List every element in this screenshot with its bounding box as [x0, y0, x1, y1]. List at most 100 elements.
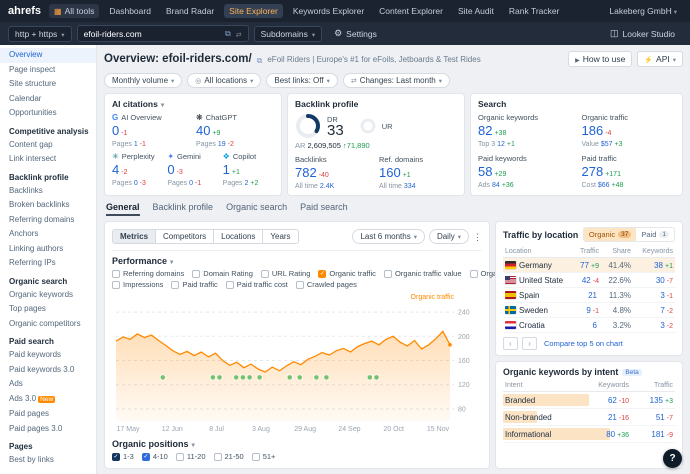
- date-range-select[interactable]: Last 6 months: [352, 228, 425, 244]
- sidebar-item-organic-competitors[interactable]: Organic competitors: [0, 317, 96, 332]
- page-prev-button[interactable]: ‹: [503, 337, 518, 350]
- sidebar-item-content-gap[interactable]: Content gap: [0, 138, 96, 153]
- volume-filter[interactable]: Monthly volume: [104, 73, 183, 88]
- api-button[interactable]: API: [637, 51, 683, 67]
- checkbox-pos-21-50[interactable]: 21-50: [213, 452, 244, 461]
- compare-top5-link[interactable]: Compare top 5 on chart: [544, 339, 623, 348]
- tab-paid-search[interactable]: Paid search: [300, 202, 348, 216]
- segment-years[interactable]: Years: [263, 229, 298, 243]
- nav-rank-tracker[interactable]: Rank Tracker: [504, 4, 565, 18]
- sidebar-item-best-by-links[interactable]: Best by links: [0, 453, 96, 468]
- sidebar-item-organic-keywords[interactable]: Organic keywords: [0, 288, 96, 303]
- how-to-use-button[interactable]: How to use: [568, 51, 633, 67]
- table-row-united-states[interactable]: United States 42 -4 22.6% 30 -7: [503, 273, 675, 288]
- protocol-select[interactable]: http + https: [8, 25, 72, 42]
- tab-general[interactable]: General: [106, 202, 140, 216]
- sidebar-item-opportunities[interactable]: Opportunities: [0, 106, 96, 121]
- table-row-germany[interactable]: Germany 77 +9 41.4% 38 +1: [503, 258, 675, 273]
- looker-studio-button[interactable]: Looker Studio: [603, 25, 682, 42]
- table-row-croatia[interactable]: Croatia 6 3.2% 3 -2: [503, 318, 675, 333]
- sidebar-item-paid-keywords[interactable]: Paid keywords: [0, 348, 96, 363]
- sidebar-item-anchors[interactable]: Anchors: [0, 227, 96, 242]
- segment-competitors[interactable]: Competitors: [156, 229, 215, 243]
- page-next-button[interactable]: ›: [522, 337, 537, 350]
- sidebar-item-link-intersect[interactable]: Link intersect: [0, 152, 96, 167]
- external-link-icon[interactable]: [225, 28, 231, 39]
- ai-overview-value[interactable]: 0: [112, 123, 119, 138]
- sidebar-item-paid-keywords-3[interactable]: Paid keywords 3.0: [0, 363, 96, 378]
- more-options-icon[interactable]: [473, 227, 482, 245]
- sidebar-item-paid-pages[interactable]: Paid pages: [0, 407, 96, 422]
- ref-domains-value[interactable]: 160: [379, 165, 401, 180]
- checkbox-pos-1-3[interactable]: 1-3: [112, 452, 134, 461]
- granularity-select[interactable]: Daily: [428, 228, 469, 244]
- table-row-spain[interactable]: Spain 21 11.3% 3 -1: [503, 288, 675, 303]
- segment-locations[interactable]: Locations: [214, 229, 264, 243]
- sidebar-item-calendar[interactable]: Calendar: [0, 92, 96, 107]
- chatgpt-value[interactable]: 40: [196, 123, 210, 138]
- sidebar-item-referring-domains[interactable]: Referring domains: [0, 213, 96, 228]
- sidebar-item-page-inspect[interactable]: Page inspect: [0, 63, 96, 78]
- organic-keywords-value[interactable]: 82: [478, 123, 492, 138]
- checkbox-organic-traffic[interactable]: Organic traffic: [318, 269, 376, 278]
- checkbox-pos-4-10[interactable]: 4-10: [141, 452, 168, 461]
- copilot-value[interactable]: 1: [223, 162, 230, 177]
- sidebar-item-referring-ips[interactable]: Referring IPs: [0, 256, 96, 271]
- toggle-paid[interactable]: Paid 1: [636, 228, 674, 241]
- table-row-sweden[interactable]: Sweden 9 -1 4.8% 7 -2: [503, 303, 675, 318]
- scope-select[interactable]: Subdomains: [253, 25, 323, 42]
- performance-heading[interactable]: Performance: [112, 256, 482, 266]
- checkbox-paid-traffic[interactable]: Paid traffic: [171, 280, 218, 289]
- tab-backlink-profile[interactable]: Backlink profile: [153, 202, 214, 216]
- perplexity-value[interactable]: 4: [112, 162, 119, 177]
- paid-keywords-value[interactable]: 58: [478, 164, 492, 179]
- backlinks-value[interactable]: 782: [295, 165, 317, 180]
- nav-brand-radar[interactable]: Brand Radar: [161, 4, 219, 18]
- dr-value[interactable]: 33: [327, 123, 344, 138]
- sidebar-item-site-structure[interactable]: Site structure: [0, 77, 96, 92]
- nav-site-explorer[interactable]: Site Explorer: [224, 4, 283, 18]
- checkbox-referring-domains[interactable]: Referring domains: [112, 269, 184, 278]
- swap-icon[interactable]: [236, 29, 242, 39]
- sidebar-item-backlinks[interactable]: Backlinks: [0, 184, 96, 199]
- sidebar-item-linking-authors[interactable]: Linking authors: [0, 242, 96, 257]
- target-input[interactable]: efoil-riders.com: [76, 25, 249, 42]
- nav-content-explorer[interactable]: Content Explorer: [374, 4, 448, 18]
- tab-organic-search[interactable]: Organic search: [226, 202, 287, 216]
- checkbox-organic-traffic-value[interactable]: Organic traffic value: [383, 269, 462, 278]
- settings-button[interactable]: Settings: [327, 25, 384, 42]
- table-row-non-branded[interactable]: Non-branded 21 -16 51 -7: [503, 409, 675, 426]
- nav-site-audit[interactable]: Site Audit: [453, 4, 499, 18]
- sidebar-item-ads[interactable]: Ads: [0, 377, 96, 392]
- ahrefs-logo[interactable]: ahrefs: [8, 5, 41, 17]
- changes-filter[interactable]: Changes: Last month: [342, 73, 451, 88]
- gemini-value[interactable]: 0: [167, 162, 174, 177]
- nav-keywords-explorer[interactable]: Keywords Explorer: [288, 4, 369, 18]
- checkbox-paid-traffic-cost[interactable]: Paid traffic cost: [225, 280, 288, 289]
- table-row-branded[interactable]: Branded 62 -10 135 +3: [503, 392, 675, 409]
- sidebar-item-ads-3[interactable]: Ads 3.0 New: [0, 392, 96, 408]
- segment-metrics[interactable]: Metrics: [113, 229, 157, 243]
- help-button[interactable]: ?: [663, 449, 682, 468]
- organic-traffic-value[interactable]: 186: [582, 123, 604, 138]
- checkbox-domain-rating[interactable]: Domain Rating: [192, 269, 253, 278]
- checkbox-url-rating[interactable]: URL Rating: [260, 269, 310, 278]
- nav-dashboard[interactable]: Dashboard: [104, 4, 156, 18]
- best-links-filter[interactable]: Best links: Off: [266, 73, 338, 88]
- organic-positions-heading[interactable]: Organic positions: [112, 439, 482, 449]
- locations-filter[interactable]: All locations: [187, 73, 262, 88]
- paid-traffic-value[interactable]: 278: [582, 164, 604, 179]
- checkbox-pos-11-20[interactable]: 11-20: [175, 452, 206, 461]
- sidebar-item-paid-pages-3[interactable]: Paid pages 3.0: [0, 422, 96, 437]
- sidebar-item-top-pages[interactable]: Top pages: [0, 302, 96, 317]
- ai-citations-title[interactable]: AI citations: [112, 99, 274, 109]
- sidebar-item-broken-backlinks[interactable]: Broken backlinks: [0, 198, 96, 213]
- table-row-informational[interactable]: Informational 80 +36 181 -9: [503, 426, 675, 443]
- toggle-organic[interactable]: Organic 37: [583, 228, 637, 241]
- checkbox-impressions[interactable]: Impressions: [112, 280, 163, 289]
- sidebar-item-overview[interactable]: Overview: [0, 48, 96, 63]
- performance-chart[interactable]: 80 120 160 200 240 Organic traffic 17 May 12 Ju…: [112, 291, 482, 434]
- open-target-icon[interactable]: [257, 50, 263, 68]
- all-tools-button[interactable]: All tools: [49, 4, 100, 18]
- checkbox-crawled-pages[interactable]: Crawled pages: [295, 280, 357, 289]
